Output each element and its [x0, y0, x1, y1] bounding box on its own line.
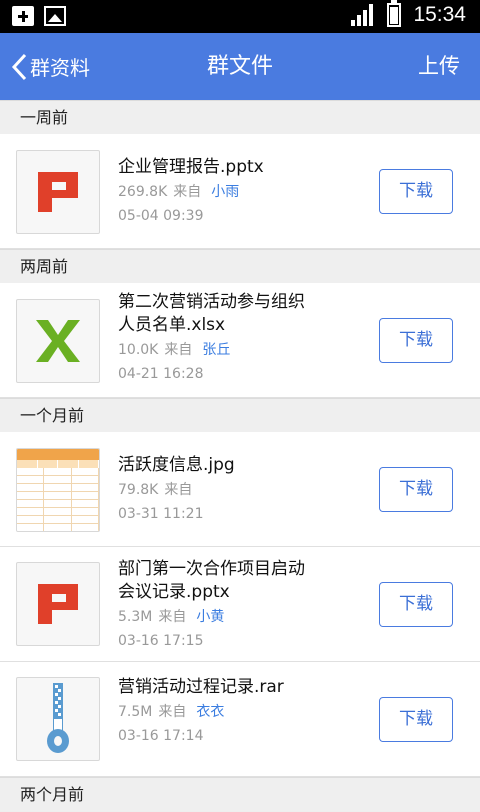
section-header-one-month: 一个月前 [0, 398, 480, 432]
download-button[interactable]: 下载 [379, 582, 453, 627]
back-label: 群资料 [30, 56, 90, 80]
uploader-link[interactable]: 张丘 [202, 342, 230, 358]
file-meta: 5.3M 来自 小黄 [118, 607, 370, 627]
file-name: 营销活动过程记录.rar [118, 677, 284, 697]
from-label: 来自 [158, 704, 187, 720]
download-button[interactable]: 下载 [379, 318, 453, 363]
file-date: 03-31 11:21 [118, 506, 204, 522]
file-row[interactable]: 企业管理报告.pptx 269.8K 来自 小雨 05-04 09:39 下载 [0, 134, 480, 249]
file-meta: 10.0K 来自 张丘 [118, 340, 370, 360]
file-row[interactable]: 第二次营销活动参与组织 人员名单.xlsx 10.0K 来自 张丘 04-21 16… [0, 283, 480, 398]
file-meta: 269.8K 来自 小雨 [118, 182, 370, 202]
status-bar: 15:34 [0, 0, 480, 33]
file-date: 05-04 09:39 [118, 208, 204, 224]
battery-icon [387, 0, 402, 27]
jpg-thumbnail [16, 448, 100, 532]
from-label: 来自 [158, 609, 187, 625]
file-row[interactable]: 活跃度信息.jpg 79.8K 来自 03-31 11:21 下载 [0, 432, 480, 547]
section-header-week: 一周前 [0, 100, 480, 134]
file-date: 03-16 17:14 [118, 728, 204, 744]
download-button[interactable]: 下载 [379, 169, 453, 214]
signal-icon [351, 4, 375, 26]
download-button[interactable]: 下载 [379, 697, 453, 742]
xlsx-icon [16, 299, 100, 383]
upload-button[interactable]: 上传 [418, 33, 460, 100]
pptx-icon [16, 562, 100, 646]
from-label: 来自 [164, 342, 193, 358]
nav-bar: 群资料 群文件 上传 [0, 33, 480, 100]
pptx-icon [16, 150, 100, 234]
uploader-link[interactable]: 衣衣 [196, 704, 224, 720]
file-meta: 79.8K 来自 [118, 480, 370, 500]
file-date: 04-21 16:28 [118, 366, 204, 382]
add-notification-icon [12, 6, 34, 26]
uploader-link[interactable]: 小雨 [211, 184, 239, 200]
image-notification-icon [44, 6, 66, 26]
file-name-line1: 第二次营销活动参与组织 [118, 292, 305, 312]
file-row[interactable]: 营销活动过程记录.rar 7.5M 来自 衣衣 03-16 17:14 下载 [0, 662, 480, 777]
back-button[interactable]: 群资料 [10, 33, 90, 100]
section-header-two-weeks: 两周前 [0, 249, 480, 283]
file-name-line2: 人员名单.xlsx [118, 315, 226, 335]
uploader-link[interactable]: 小黄 [196, 609, 224, 625]
file-size: 269.8K [118, 184, 168, 200]
file-name-line1: 部门第一次合作项目启动 [118, 559, 305, 579]
file-row[interactable]: 部门第一次合作项目启动 会议记录.pptx 5.3M 来自 小黄 03-16 17:… [0, 547, 480, 662]
status-time: 15:34 [413, 3, 466, 26]
file-size: 10.0K [118, 342, 159, 358]
section-header-two-months: 两个月前 [0, 777, 480, 811]
from-label: 来自 [164, 482, 193, 498]
file-size: 79.8K [118, 482, 159, 498]
file-size: 7.5M [118, 704, 153, 720]
chevron-left-icon [11, 53, 27, 80]
file-name-line2: 会议记录.pptx [118, 582, 230, 602]
file-list: 一周前 企业管理报告.pptx 269.8K 来自 小雨 05-04 09:39 下… [0, 100, 480, 811]
file-date: 03-16 17:15 [118, 633, 204, 649]
file-name: 企业管理报告.pptx [118, 157, 264, 177]
file-size: 5.3M [118, 609, 153, 625]
file-meta: 7.5M 来自 衣衣 [118, 702, 370, 722]
rar-icon [16, 677, 100, 761]
download-button[interactable]: 下载 [379, 467, 453, 512]
from-label: 来自 [173, 184, 202, 200]
file-name: 活跃度信息.jpg [118, 455, 235, 475]
